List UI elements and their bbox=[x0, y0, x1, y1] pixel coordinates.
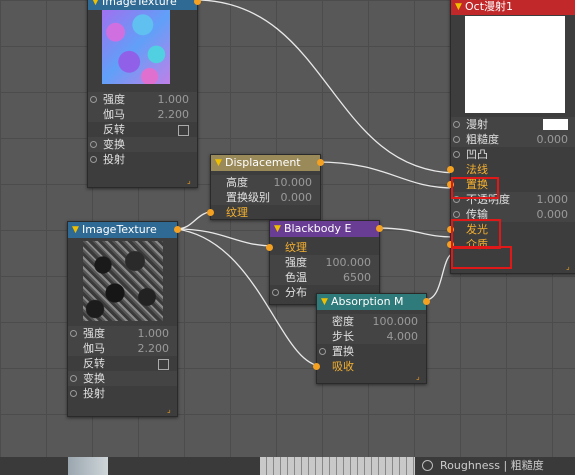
texture-preview bbox=[83, 241, 163, 321]
node-title: Absorption M bbox=[331, 295, 404, 308]
output-socket[interactable] bbox=[317, 159, 324, 166]
input-socket[interactable] bbox=[453, 211, 460, 218]
param-intensity[interactable]: 强度 100.000 bbox=[270, 255, 379, 270]
node-header[interactable]: ▼ Oct漫射1 bbox=[451, 0, 575, 15]
param-density[interactable]: 密度 100.000 bbox=[317, 314, 426, 329]
node-header[interactable]: ▼ ImageTexture bbox=[88, 0, 201, 10]
node-title: Displacement bbox=[225, 156, 301, 169]
param-intensity[interactable]: 强度 1.000 bbox=[68, 326, 177, 341]
displacement-node[interactable]: ▼ Displacement 高度 10.000 置换级别 0.000 纹理 bbox=[207, 154, 324, 220]
resize-handle-icon[interactable]: ⌟ bbox=[416, 373, 423, 381]
invert-checkbox[interactable] bbox=[158, 359, 169, 370]
param-projection[interactable]: 投射 bbox=[68, 386, 177, 401]
param-intensity[interactable]: 强度 1.000 bbox=[88, 92, 197, 107]
param-gamma[interactable]: 伽马 2.200 bbox=[88, 107, 197, 122]
diffuse-color-swatch[interactable] bbox=[543, 119, 568, 130]
param-bump[interactable]: 凹凸 bbox=[451, 147, 575, 162]
collapse-triangle-icon[interactable]: ▼ bbox=[274, 221, 281, 237]
input-socket[interactable] bbox=[207, 209, 214, 216]
viewport-grid-strip bbox=[260, 457, 415, 475]
input-socket[interactable] bbox=[453, 136, 460, 143]
collapse-triangle-icon[interactable]: ▼ bbox=[92, 0, 99, 10]
input-socket[interactable] bbox=[319, 348, 326, 355]
node-header[interactable]: ▼ ImageTexture bbox=[68, 222, 181, 238]
param-transform[interactable]: 变换 bbox=[68, 371, 177, 386]
image-texture-node-top[interactable]: ▼ ImageTexture 强度 1.000 伽马 2.200 反转 变换 投射 … bbox=[87, 0, 201, 188]
image-texture-node-bottom[interactable]: ▼ ImageTexture 强度 1.000 伽马 2.200 反转 变换 投射 … bbox=[67, 221, 181, 417]
material-preview bbox=[465, 16, 565, 113]
collapse-triangle-icon[interactable]: ▼ bbox=[321, 294, 328, 310]
node-header[interactable]: ▼ Blackbody E bbox=[270, 221, 383, 237]
status-text: Roughness | 粗糙度 bbox=[440, 459, 544, 472]
param-roughness[interactable]: 粗糙度 0.000 bbox=[451, 132, 575, 147]
input-socket[interactable] bbox=[266, 244, 273, 251]
param-step-length[interactable]: 步长 4.000 bbox=[317, 329, 426, 344]
node-title: Blackbody E bbox=[284, 222, 352, 235]
input-socket[interactable] bbox=[453, 121, 460, 128]
param-diffuse[interactable]: 漫射 bbox=[451, 117, 575, 132]
input-socket[interactable] bbox=[70, 330, 77, 337]
resize-handle-icon[interactable]: ⌟ bbox=[566, 263, 573, 271]
param-normal[interactable]: 法线 bbox=[447, 162, 575, 177]
input-socket[interactable] bbox=[70, 390, 77, 397]
node-header[interactable]: ▼ Displacement bbox=[211, 155, 324, 171]
param-displacement-level[interactable]: 置换级别 0.000 bbox=[211, 190, 320, 205]
resize-handle-icon[interactable]: ⌟ bbox=[167, 406, 174, 414]
node-title: Oct漫射1 bbox=[465, 0, 514, 13]
radio-dot-icon[interactable] bbox=[422, 460, 433, 471]
input-socket[interactable] bbox=[453, 151, 460, 158]
input-socket[interactable] bbox=[447, 166, 454, 173]
highlight-box-medium bbox=[451, 246, 512, 269]
param-height[interactable]: 高度 10.000 bbox=[211, 175, 320, 190]
collapse-triangle-icon[interactable]: ▼ bbox=[455, 0, 462, 15]
param-invert[interactable]: 反转 bbox=[68, 356, 177, 371]
param-temperature[interactable]: 色温 6500 bbox=[270, 270, 379, 285]
resize-handle-icon[interactable]: ⌟ bbox=[187, 177, 194, 185]
output-socket[interactable] bbox=[376, 225, 383, 232]
absorption-medium-node[interactable]: ▼ Absorption M 密度 100.000 步长 4.000 置换 吸收 ⌟ bbox=[313, 293, 430, 384]
param-displacement[interactable]: 置换 bbox=[317, 344, 426, 359]
param-projection[interactable]: 投射 bbox=[88, 152, 197, 167]
node-title: ImageTexture bbox=[82, 223, 157, 236]
input-socket[interactable] bbox=[90, 141, 97, 148]
node-header[interactable]: ▼ Absorption M bbox=[317, 294, 430, 310]
collapse-triangle-icon[interactable]: ▼ bbox=[72, 222, 79, 238]
input-socket[interactable] bbox=[313, 363, 320, 370]
param-absorption[interactable]: 吸收 bbox=[313, 359, 426, 374]
highlight-box-displace bbox=[451, 177, 499, 199]
input-socket[interactable] bbox=[90, 156, 97, 163]
highlight-box-emission bbox=[451, 219, 501, 249]
output-socket[interactable] bbox=[174, 226, 181, 233]
node-title: ImageTexture bbox=[102, 0, 177, 8]
texture-preview bbox=[102, 10, 170, 84]
output-socket[interactable] bbox=[423, 298, 430, 305]
param-invert[interactable]: 反转 bbox=[88, 122, 197, 137]
input-socket[interactable] bbox=[272, 289, 279, 296]
param-gamma[interactable]: 伽马 2.200 bbox=[68, 341, 177, 356]
param-transform[interactable]: 变换 bbox=[88, 137, 197, 152]
invert-checkbox[interactable] bbox=[178, 125, 189, 136]
input-socket[interactable] bbox=[90, 96, 97, 103]
collapse-triangle-icon[interactable]: ▼ bbox=[215, 155, 222, 171]
input-socket[interactable] bbox=[70, 375, 77, 382]
param-texture[interactable]: 纹理 bbox=[207, 205, 320, 220]
param-texture[interactable]: 纹理 bbox=[266, 240, 379, 255]
viewport-thumbnail-strip bbox=[68, 457, 108, 475]
